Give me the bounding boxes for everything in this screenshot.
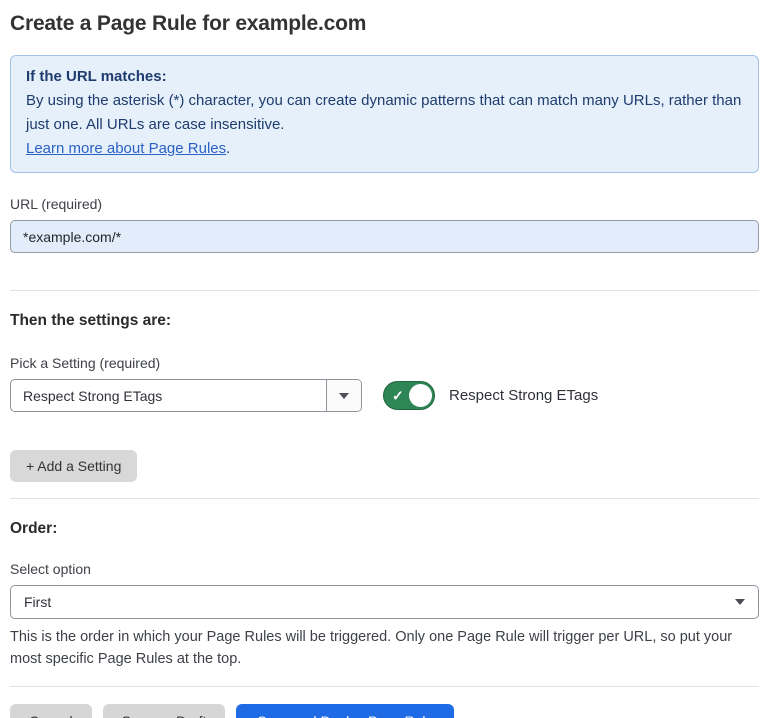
toggle-knob [409, 384, 432, 407]
url-label: URL (required) [10, 196, 759, 212]
select-option-label: Select option [10, 561, 759, 577]
section-divider [10, 290, 759, 291]
link-period: . [226, 140, 230, 157]
info-box-link-line: Learn more about Page Rules. [26, 137, 743, 161]
toggle-label: Respect Strong ETags [449, 387, 598, 404]
setting-dropdown-caret-button[interactable] [326, 380, 361, 411]
footer-divider [10, 686, 759, 687]
deploy-button[interactable]: Save and Deploy Page Rule [236, 704, 454, 718]
section-divider [10, 498, 759, 499]
info-box-body: By using the asterisk (*) character, you… [26, 89, 743, 137]
page-title: Create a Page Rule for example.com [10, 12, 759, 36]
order-select[interactable]: First [10, 585, 759, 619]
setting-row: Respect Strong ETags ✓ Respect Strong ET… [10, 379, 759, 412]
add-setting-button[interactable]: + Add a Setting [10, 450, 137, 482]
pick-setting-label: Pick a Setting (required) [10, 355, 759, 371]
create-page-rule-form: Create a Page Rule for example.com If th… [0, 0, 769, 718]
cancel-button[interactable]: Cancel [10, 704, 92, 718]
order-select-value: First [24, 594, 51, 610]
info-box-heading: If the URL matches: [26, 65, 743, 89]
check-icon: ✓ [392, 388, 404, 402]
setting-dropdown-value: Respect Strong ETags [11, 380, 326, 411]
caret-down-icon [339, 393, 349, 399]
order-heading: Order: [10, 520, 759, 538]
url-match-info-box: If the URL matches: By using the asteris… [10, 55, 759, 173]
save-draft-button[interactable]: Save as Draft [103, 704, 226, 718]
order-help-text: This is the order in which your Page Rul… [10, 626, 759, 670]
setting-dropdown[interactable]: Respect Strong ETags [10, 379, 362, 412]
learn-more-link[interactable]: Learn more about Page Rules [26, 140, 226, 157]
caret-down-icon [735, 599, 745, 605]
respect-strong-etags-toggle[interactable]: ✓ [383, 381, 435, 410]
footer-buttons: Cancel Save as Draft Save and Deploy Pag… [10, 704, 759, 718]
settings-heading: Then the settings are: [10, 312, 759, 330]
url-input[interactable] [10, 220, 759, 253]
